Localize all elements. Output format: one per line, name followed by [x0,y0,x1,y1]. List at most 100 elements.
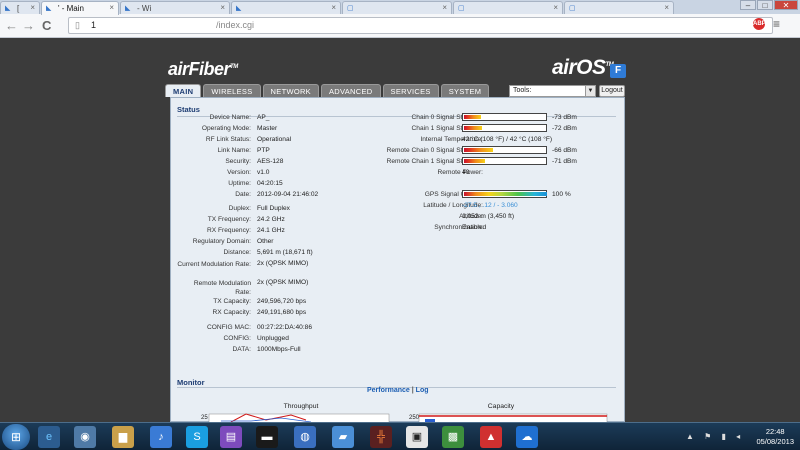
close-icon[interactable]: × [220,3,225,12]
app-icon[interactable]: ◍ [294,426,316,448]
capacity-chart-title: Capacity [487,403,515,410]
status-value: 249,191,680 bps [257,309,307,316]
status-label: CONFIG MAC: [207,324,251,331]
signal-meter [462,146,547,154]
monitor-heading: Monitor [177,378,205,387]
signal-label: Internal Temperature: [420,136,483,143]
status-value: 5,691 m (18,671 ft) [257,249,313,256]
status-value: 00:27:22:DA:40:86 [257,324,312,331]
main-nav-tabs: MAIN WIRELESS NETWORK ADVANCED SERVICES … [165,84,490,97]
browser-tab[interactable]: ▢ × [453,1,563,14]
app-icon[interactable]: ▩ [442,426,464,448]
status-value: 2012-09-04 21:46:02 [257,191,319,198]
gps-value: Enabled [462,224,487,231]
signal-meter-fill [464,148,493,152]
status-value: 2x (QPSK MIMO) [257,279,309,286]
status-value: 24.2 GHz [257,216,285,223]
page-icon: ▢ [569,5,576,12]
page-icon: ▯ [75,20,80,30]
browser-tab[interactable]: ▢ × [342,1,452,14]
performance-link[interactable]: Performance [367,387,410,394]
throughput-tick-label: 25 [201,415,208,421]
signal-value: 40 [462,169,470,176]
browser-toolbar: ← → C ▯ 1 /index.cgi [0,14,800,38]
browser-tab[interactable]: ◣[× [0,1,40,14]
adblock-icon[interactable]: ABP [753,18,766,30]
status-value: Other [257,238,274,245]
log-link[interactable]: Log [416,387,429,394]
cloud-icon[interactable]: ☁ [516,426,538,448]
forward-button[interactable]: → [22,19,35,33]
status-value: 24.1 GHz [257,227,285,234]
tools-select[interactable]: Tools: ▼ [509,85,596,97]
folder-icon[interactable]: ▆ [112,426,134,448]
tab-network[interactable]: NETWORK [262,84,319,97]
chrome-icon[interactable]: ◉ [74,426,96,448]
close-icon[interactable]: × [331,3,336,12]
status-label: Security: [225,158,251,165]
signal-value: -71 dBm [552,158,577,165]
chevron-down-icon: ▼ [585,86,595,96]
itunes-icon[interactable]: ♪ [150,426,172,448]
close-window-button[interactable]: ✕ [774,0,798,10]
rss-icon: ◣ [236,5,242,12]
tab-main[interactable]: MAIN [165,84,202,97]
status-value: AES-128 [257,158,284,165]
browser-tab[interactable]: ▢ × [564,1,674,14]
window-controls: – □ ✕ [740,0,798,10]
app-icon[interactable]: ▲ [480,426,502,448]
browser-tab-strip: ◣[× ◣ ' - Main × ◣ - Wi × ◣ × ▢ × ▢ × ▢ × – □ ✕ [0,0,800,15]
gps-value: 100 % [552,191,571,198]
start-button[interactable]: ⊞ [2,424,30,450]
app-icon[interactable]: ▤ [220,426,242,448]
maximize-button[interactable]: □ [757,0,773,10]
tab-wireless[interactable]: WIRELESS [203,84,261,97]
signal-value: 42 °C (108 °F) / 42 °C (108 °F) [462,136,553,143]
ie-icon[interactable]: e [38,426,60,448]
reload-button[interactable]: C [42,19,51,33]
logout-button[interactable]: Logout [599,85,625,97]
close-icon[interactable]: × [109,3,114,12]
status-label: DATA: [232,346,251,353]
tab-system[interactable]: SYSTEM [440,84,490,97]
airfiber-logo: airFiberTM [168,59,238,79]
back-button[interactable]: ← [5,19,18,33]
address-bar[interactable]: ▯ 1 /index.cgi [68,17,773,34]
status-value: 1000Mbps-Full [257,346,301,353]
minimize-button[interactable]: – [740,0,756,10]
app-icon[interactable]: ▣ [406,426,428,448]
signal-label: Remote Power: [437,169,483,176]
gps-quality-meter [462,190,547,198]
clock[interactable]: 22:48 05/08/2013 [756,427,794,447]
gps-label: Altitude: [459,213,483,220]
signal-value: -72 dBm [552,125,577,132]
tab-advanced[interactable]: ADVANCED [320,84,381,97]
signal-label: Chain 0 Signal Strength: [411,114,483,121]
status-label: CONFIG: [223,335,251,342]
status-value: Full Duplex [257,205,290,212]
status-label: TX Capacity: [213,298,251,305]
status-label: Duplex: [228,205,251,212]
close-icon[interactable]: × [664,3,669,12]
browser-tab[interactable]: ◣ × [231,1,341,14]
close-icon[interactable]: × [553,3,558,12]
gps-label: Latitude / Longitude: [423,202,483,209]
rss-icon: ◣ [46,5,52,12]
airos-f-badge: F [610,64,626,78]
app-icon[interactable]: ▰ [332,426,354,448]
close-icon[interactable]: × [442,3,447,12]
menu-icon[interactable]: ≡ [773,17,780,31]
tab-services[interactable]: SERVICES [382,84,439,97]
throughput-chart-title: Throughput [283,403,319,410]
status-label: Regulatory Domain: [192,238,251,245]
status-label: Current Modulation Rate: [177,261,251,268]
terminal-icon[interactable]: ▬ [256,426,278,448]
close-icon[interactable]: × [30,3,35,12]
system-tray[interactable]: ▲ ⚑ ▮ ◂ [686,432,744,441]
skype-icon[interactable]: S [186,426,208,448]
signal-meter [462,124,547,132]
status-value: 249,596,720 bps [257,298,307,305]
app-icon[interactable]: ╬ [370,426,392,448]
browser-tab[interactable]: ◣ - Wi × [120,1,230,14]
browser-tab-active[interactable]: ◣ ' - Main × [41,1,119,15]
